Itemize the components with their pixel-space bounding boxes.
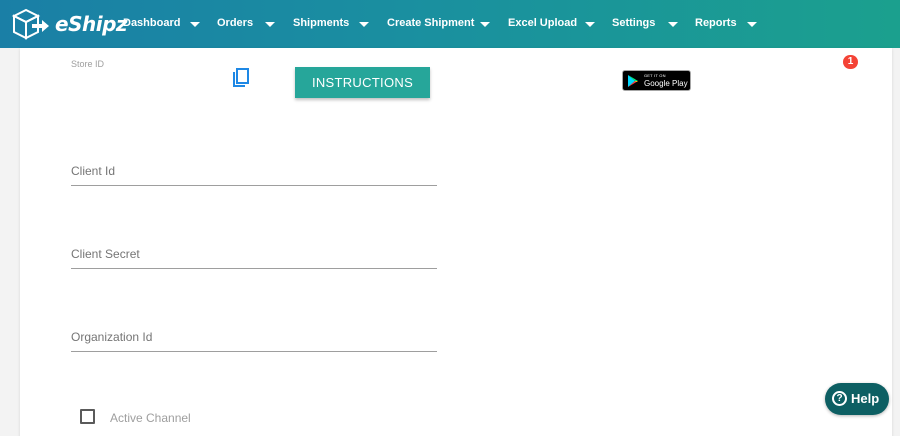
chevron-down-icon[interactable] xyxy=(668,22,678,27)
nav-settings[interactable]: Settings xyxy=(612,17,655,31)
chevron-down-icon[interactable] xyxy=(359,22,369,27)
copy-icon[interactable] xyxy=(232,68,250,88)
client-secret-input[interactable] xyxy=(71,239,437,269)
google-play-badge[interactable]: GET IT ON Google Play xyxy=(622,70,691,91)
organization-id-input[interactable] xyxy=(71,322,437,352)
client-secret-field xyxy=(71,239,437,269)
client-id-input[interactable] xyxy=(71,156,437,186)
organization-id-field xyxy=(71,322,437,352)
nav-excel-upload[interactable]: Excel Upload xyxy=(508,17,577,31)
brand-name: eShipz xyxy=(55,12,128,36)
chevron-down-icon[interactable] xyxy=(585,22,595,27)
instructions-button[interactable]: INSTRUCTIONS xyxy=(295,67,430,98)
active-channel-label[interactable]: Active Channel xyxy=(110,411,191,425)
nav-reports[interactable]: Reports xyxy=(695,17,737,31)
help-icon: ? xyxy=(832,391,847,406)
chevron-down-icon[interactable] xyxy=(480,22,490,27)
nav-dashboard[interactable]: Dashboard xyxy=(123,17,180,31)
google-play-icon xyxy=(628,75,638,87)
logo-box-icon xyxy=(11,8,49,40)
help-label: Help xyxy=(851,391,880,406)
notification-badge[interactable]: 1 xyxy=(843,55,858,69)
help-button[interactable]: ? Help xyxy=(825,383,889,415)
chevron-down-icon[interactable] xyxy=(747,22,757,27)
chevron-down-icon[interactable] xyxy=(265,22,275,27)
nav-orders[interactable]: Orders xyxy=(217,17,253,31)
nav-create-shipment[interactable]: Create Shipment xyxy=(387,17,474,31)
nav-shipments[interactable]: Shipments xyxy=(293,17,349,31)
chevron-down-icon[interactable] xyxy=(190,22,200,27)
top-navbar: eShipz Dashboard Orders Shipments Create… xyxy=(0,0,900,48)
google-play-big-text: Google Play xyxy=(644,79,688,88)
store-id-label: Store ID xyxy=(71,59,105,69)
google-play-small-text: GET IT ON xyxy=(644,73,666,78)
active-channel-checkbox[interactable] xyxy=(80,409,95,424)
client-id-field xyxy=(71,156,437,186)
brand-logo[interactable]: eShipz xyxy=(10,8,128,40)
